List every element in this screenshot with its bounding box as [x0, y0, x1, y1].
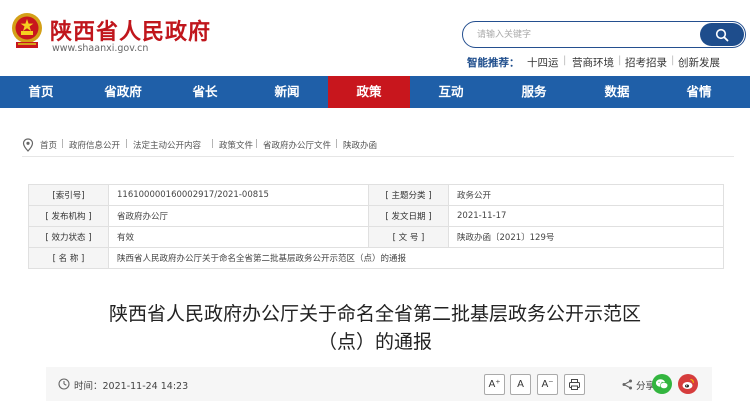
- nav-item-governor[interactable]: 省长: [164, 76, 246, 108]
- breadcrumb-item-current[interactable]: 陕政办函: [343, 139, 377, 151]
- search-box: [462, 21, 746, 48]
- wechat-share-button[interactable]: [652, 374, 672, 394]
- document-title-line: （点）的通报: [317, 331, 432, 353]
- index-label: [索引号]: [28, 184, 109, 206]
- status-value: 有效: [108, 226, 369, 248]
- nav-item-province-info[interactable]: 省情: [658, 76, 740, 108]
- breadcrumb-separator: |: [255, 139, 258, 149]
- publish-time: 时间：2021-11-24 14:23: [74, 378, 188, 392]
- wechat-icon: [655, 379, 669, 389]
- share-icon: [622, 379, 632, 390]
- breadcrumb-item[interactable]: 省政府办公厅文件: [263, 139, 331, 151]
- breadcrumb-item[interactable]: 法定主动公开内容: [133, 139, 201, 151]
- document-info-table: [索引号] 116100000160002917/2021-00815 [ 主题…: [28, 184, 724, 269]
- nav-item-news[interactable]: 新闻: [246, 76, 328, 108]
- time-value: 2021-11-24 14:23: [102, 381, 189, 392]
- nav-item-government[interactable]: 省政府: [82, 76, 164, 108]
- breadcrumb-item[interactable]: 政府信息公开: [69, 139, 120, 151]
- hot-link[interactable]: 十四运: [527, 55, 559, 70]
- nav-item-service[interactable]: 服务: [492, 76, 576, 108]
- article-toolbar: 时间：2021-11-24 14:23 A⁺ A A⁻ 分享:: [46, 367, 712, 401]
- time-label: 时间：: [74, 381, 103, 392]
- hot-link[interactable]: 营商环境: [572, 55, 614, 70]
- breadcrumb: 首页 | 政府信息公开 | 法定主动公开内容 | 政策文件 | 省政府办公厅文件…: [22, 133, 734, 157]
- breadcrumb-separator: |: [335, 139, 338, 149]
- category-value: 政务公开: [448, 184, 724, 206]
- table-row: [ 名 称 ] 陕西省人民政府办公厅关于命名全省第二批基层政务公开示范区（点）的…: [28, 247, 724, 269]
- smart-recommend-label: 智能推荐：: [467, 57, 520, 69]
- weibo-share-button[interactable]: [678, 374, 698, 394]
- category-label: [ 主题分类 ]: [368, 184, 449, 206]
- table-row: [索引号] 116100000160002917/2021-00815 [ 主题…: [28, 184, 724, 206]
- location-pin-icon: [22, 138, 34, 152]
- search-button[interactable]: [700, 23, 744, 46]
- hot-divider: |: [618, 55, 622, 66]
- name-label: [ 名 称 ]: [28, 247, 109, 269]
- search-icon: [715, 28, 729, 41]
- print-icon: [569, 379, 580, 390]
- nav-item-home[interactable]: 首页: [0, 76, 82, 108]
- docno-value: 陕政办函〔2021〕129号: [448, 226, 724, 248]
- font-normal-button[interactable]: A: [510, 374, 531, 395]
- issuer-label: [ 发布机构 ]: [28, 205, 109, 227]
- breadcrumb-item[interactable]: 政策文件: [219, 139, 253, 151]
- hot-link[interactable]: 创新发展: [678, 55, 720, 70]
- date-label: [ 发文日期 ]: [368, 205, 449, 227]
- issuer-value: 省政府办公厅: [108, 205, 369, 227]
- hot-link[interactable]: 招考招录: [625, 55, 667, 70]
- name-value: 陕西省人民政府办公厅关于命名全省第二批基层政务公开示范区（点）的通报: [108, 247, 724, 269]
- document-title: 陕西省人民政府办公厅关于命名全省第二批基层政务公开示范区 （点）的通报: [0, 300, 750, 356]
- breadcrumb-separator: |: [125, 139, 128, 149]
- docno-label: [ 文 号 ]: [368, 226, 449, 248]
- index-value: 116100000160002917/2021-00815: [108, 184, 369, 206]
- nav-item-interaction[interactable]: 互动: [410, 76, 492, 108]
- font-larger-button[interactable]: A⁺: [484, 374, 505, 395]
- clock-icon: [58, 378, 70, 390]
- site-header: 陕西省人民政府 www.shaanxi.gov.cn 智能推荐： 十四运 | 营…: [0, 0, 750, 76]
- breadcrumb-separator: |: [211, 139, 214, 149]
- table-row: [ 效力状态 ] 有效 [ 文 号 ] 陕政办函〔2021〕129号: [28, 226, 724, 248]
- weibo-icon: [682, 378, 694, 389]
- hot-divider: |: [671, 55, 675, 66]
- breadcrumb-item[interactable]: 首页: [40, 139, 57, 151]
- site-url: www.shaanxi.gov.cn: [52, 43, 149, 54]
- font-smaller-button[interactable]: A⁻: [537, 374, 558, 395]
- hot-divider: |: [563, 55, 567, 66]
- nav-item-policy[interactable]: 政策: [328, 76, 410, 108]
- breadcrumb-separator: |: [61, 139, 64, 149]
- national-emblem-icon[interactable]: [10, 11, 44, 51]
- search-input[interactable]: [477, 28, 687, 42]
- main-nav: 首页 省政府 省长 新闻 政策 互动 服务 数据 省情: [0, 76, 750, 108]
- table-row: [ 发布机构 ] 省政府办公厅 [ 发文日期 ] 2021-11-17: [28, 205, 724, 227]
- nav-item-data[interactable]: 数据: [576, 76, 658, 108]
- site-title[interactable]: 陕西省人民政府: [50, 14, 211, 46]
- document-title-line: 陕西省人民政府办公厅关于命名全省第二批基层政务公开示范区: [108, 303, 641, 325]
- date-value: 2021-11-17: [448, 205, 724, 227]
- print-button[interactable]: [564, 374, 585, 395]
- status-label: [ 效力状态 ]: [28, 226, 109, 248]
